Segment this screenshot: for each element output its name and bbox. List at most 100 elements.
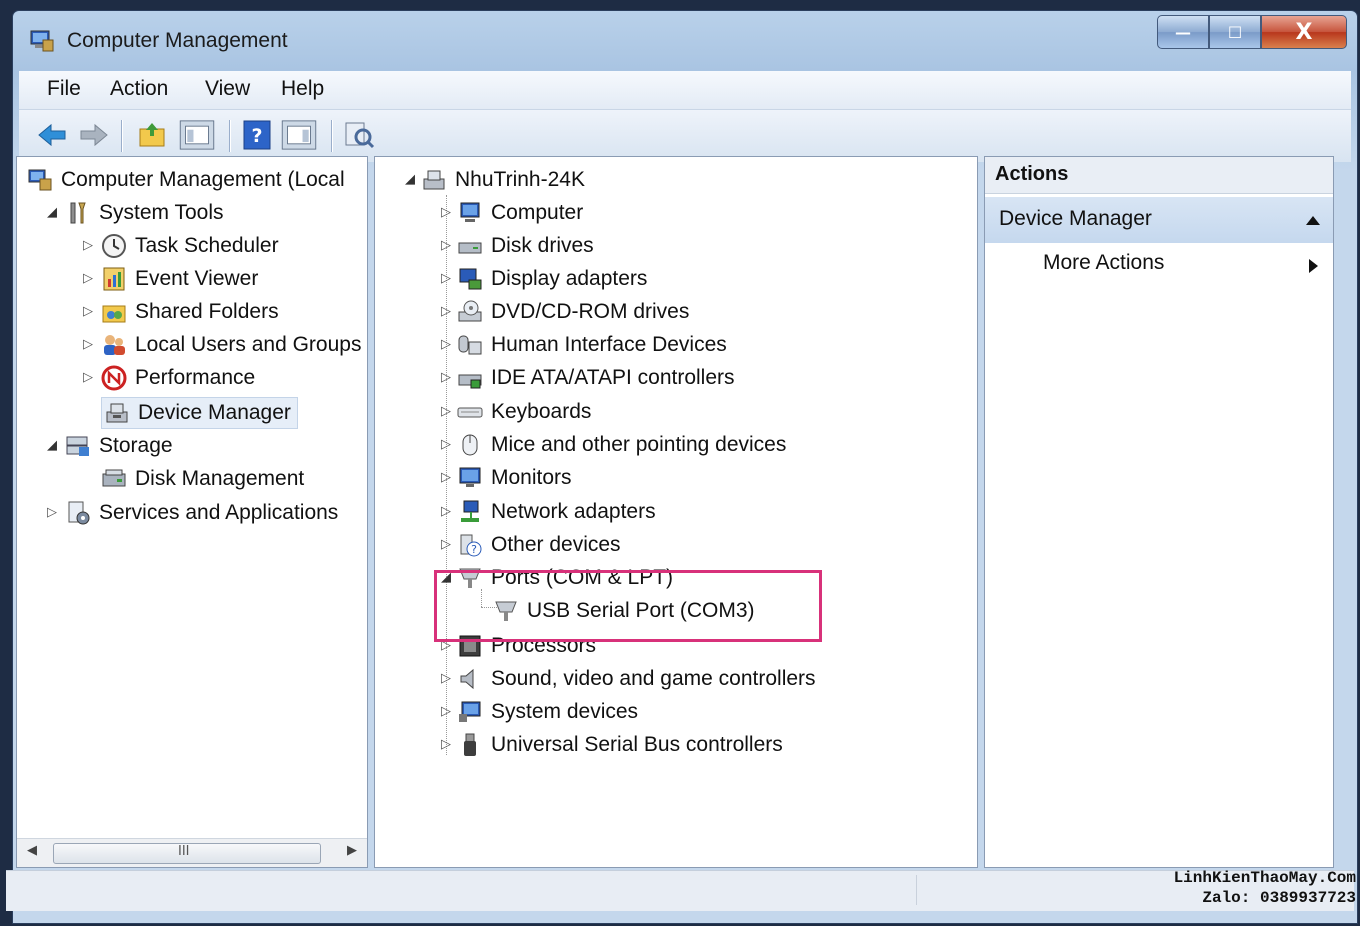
- device-category-disk-drives[interactable]: Disk drives: [457, 231, 594, 261]
- tree-item-label: Computer Management (Local: [61, 168, 345, 191]
- horizontal-scrollbar[interactable]: ◀ III ▶: [17, 838, 367, 867]
- help-icon[interactable]: ?: [243, 120, 271, 150]
- collapse-up-arrow-icon[interactable]: [1305, 214, 1321, 226]
- tree-item-services-and-applications[interactable]: Services and Applications: [65, 498, 338, 528]
- event-viewer-icon: [103, 267, 125, 291]
- tree-item-label: Performance: [135, 366, 256, 389]
- show-hide-action-pane-icon[interactable]: [279, 120, 319, 150]
- collapse-arrow-icon[interactable]: ▷: [441, 304, 453, 319]
- device-tree-pane[interactable]: ◢ NhuTrinh-24K ▷ Computer ▷ Disk drives …: [374, 156, 978, 868]
- collapse-arrow-icon[interactable]: ▷: [441, 271, 453, 286]
- tree-item-label: Local Users and Groups: [135, 333, 362, 356]
- toolbar-separator: [229, 120, 231, 152]
- device-root[interactable]: NhuTrinh-24K: [421, 165, 585, 195]
- device-category-human-interface-devices[interactable]: Human Interface Devices: [457, 330, 727, 360]
- collapse-arrow-icon[interactable]: ▷: [441, 537, 453, 552]
- collapse-arrow-icon[interactable]: ▷: [441, 737, 453, 752]
- tree-item-disk-management[interactable]: Disk Management: [101, 464, 304, 494]
- up-folder-icon[interactable]: [137, 120, 167, 150]
- menu-action[interactable]: Action: [110, 77, 168, 101]
- submenu-arrow-icon: [1309, 259, 1318, 273]
- svg-text:?: ?: [251, 125, 262, 147]
- toolbar-separator: [331, 120, 333, 152]
- properties-icon[interactable]: [343, 120, 375, 150]
- tree-item-device-manager[interactable]: Device Manager: [101, 397, 298, 429]
- menu-view[interactable]: View: [205, 77, 250, 101]
- close-button[interactable]: X: [1261, 15, 1347, 49]
- tree-item-label: Services and Applications: [99, 501, 339, 524]
- clock-icon: [102, 234, 126, 258]
- collapse-arrow-icon[interactable]: ▷: [83, 304, 95, 319]
- forward-icon[interactable]: [77, 120, 109, 150]
- scroll-thumb[interactable]: III: [53, 843, 321, 864]
- device-category-dvd-cd-rom-drives[interactable]: DVD/CD-ROM drives: [457, 297, 689, 327]
- back-icon[interactable]: [37, 120, 69, 150]
- device-category-label: DVD/CD-ROM drives: [491, 300, 690, 323]
- collapse-arrow-icon[interactable]: ▷: [83, 337, 95, 352]
- storage-icon: [66, 436, 89, 456]
- collapse-arrow-icon[interactable]: ▷: [83, 271, 95, 286]
- device-category-computer[interactable]: Computer: [457, 198, 583, 228]
- disk-management-icon: [102, 469, 126, 487]
- device-category-label: Disk drives: [491, 234, 594, 257]
- maximize-button[interactable]: ☐: [1209, 15, 1261, 49]
- menu-help[interactable]: Help: [281, 77, 324, 101]
- show-hide-console-tree-icon[interactable]: [177, 120, 217, 150]
- collapse-arrow-icon[interactable]: ▷: [441, 238, 453, 253]
- device-category-other-devices[interactable]: ? Other devices: [457, 530, 621, 560]
- collapse-arrow-icon[interactable]: ▷: [441, 337, 453, 352]
- device-category-system-devices[interactable]: System devices: [457, 697, 638, 727]
- tree-item-label: System Tools: [99, 201, 224, 224]
- collapse-arrow-icon[interactable]: ▷: [441, 470, 453, 485]
- device-category-sound-video-and-game-controllers[interactable]: Sound, video and game controllers: [457, 664, 816, 694]
- scroll-right-arrow-icon[interactable]: ▶: [347, 843, 357, 858]
- device-category-universal-serial-bus-controllers[interactable]: Universal Serial Bus controllers: [457, 730, 783, 760]
- tree-item-shared-folders[interactable]: Shared Folders: [101, 297, 279, 327]
- collapse-arrow-icon[interactable]: ▷: [441, 504, 453, 519]
- collapse-arrow-icon[interactable]: ▷: [83, 370, 95, 385]
- tree-item-event-viewer[interactable]: Event Viewer: [101, 264, 258, 294]
- actions-section-device-manager[interactable]: Device Manager: [985, 197, 1333, 243]
- device-category-label: Display adapters: [491, 267, 648, 290]
- tree-item-performance[interactable]: Performance: [101, 363, 255, 393]
- computer-icon: [460, 202, 480, 222]
- actions-section-label: Device Manager: [999, 207, 1152, 230]
- collapse-arrow-icon[interactable]: ▷: [441, 437, 453, 452]
- tree-item-local-users-and-groups[interactable]: Local Users and Groups: [101, 330, 361, 360]
- actions-header: Actions: [985, 157, 1333, 194]
- device-category-monitors[interactable]: Monitors: [457, 463, 572, 493]
- more-actions-label: More Actions: [1043, 251, 1165, 274]
- minimize-button[interactable]: —: [1157, 15, 1209, 49]
- device-category-label: Universal Serial Bus controllers: [491, 733, 783, 756]
- monitor-icon: [459, 467, 481, 487]
- collapse-arrow-icon[interactable]: ▷: [441, 704, 453, 719]
- device-category-display-adapters[interactable]: Display adapters: [457, 264, 647, 294]
- device-category-network-adapters[interactable]: Network adapters: [457, 497, 656, 527]
- disk-drive-icon: [458, 242, 482, 254]
- collapse-arrow-icon[interactable]: ▷: [83, 238, 95, 253]
- collapse-arrow-icon[interactable]: ▷: [441, 671, 453, 686]
- services-icon: [68, 501, 90, 525]
- device-category-keyboards[interactable]: Keyboards: [457, 397, 591, 427]
- computer-management-icon: [30, 30, 54, 52]
- collapse-arrow-icon[interactable]: ▷: [47, 505, 59, 520]
- device-category-mice-and-other-pointing-devices[interactable]: Mice and other pointing devices: [457, 430, 786, 460]
- device-category-label: IDE ATA/ATAPI controllers: [491, 366, 735, 389]
- collapse-arrow-icon[interactable]: ▷: [441, 205, 453, 220]
- collapse-arrow-icon[interactable]: ▷: [441, 404, 453, 419]
- expand-arrow-icon[interactable]: ◢: [47, 438, 59, 453]
- menu-file[interactable]: File: [47, 77, 81, 101]
- tree-item-label: Event Viewer: [135, 267, 259, 290]
- scroll-left-arrow-icon[interactable]: ◀: [27, 843, 37, 858]
- title-bar[interactable]: Computer Management — ☐ X: [13, 11, 1357, 69]
- tree-item-computer-management-local[interactable]: Computer Management (Local: [27, 165, 345, 195]
- expand-arrow-icon[interactable]: ◢: [47, 205, 59, 220]
- tree-item-task-scheduler[interactable]: Task Scheduler: [101, 231, 279, 261]
- tree-item-storage[interactable]: Storage: [65, 431, 173, 461]
- tree-item-system-tools[interactable]: System Tools: [65, 198, 224, 228]
- expand-arrow-icon[interactable]: ◢: [405, 172, 417, 187]
- device-category-ide-ata-atapi-controllers[interactable]: IDE ATA/ATAPI controllers: [457, 363, 735, 393]
- collapse-arrow-icon[interactable]: ▷: [441, 370, 453, 385]
- actions-header-label: Actions: [995, 163, 1069, 185]
- console-tree-pane[interactable]: Computer Management (Local ◢ System Tool…: [16, 156, 368, 868]
